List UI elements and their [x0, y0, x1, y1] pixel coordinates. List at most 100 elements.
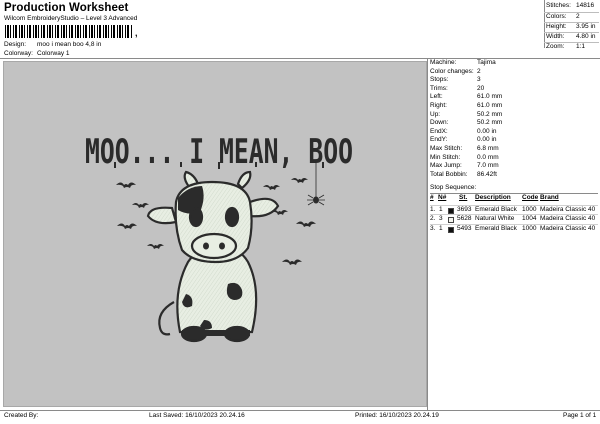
- col-header-code: Code: [522, 194, 539, 201]
- row-code: 1000: [522, 224, 537, 232]
- stat-value: 14816: [576, 2, 595, 9]
- info-value: Tajima: [477, 59, 496, 66]
- design-label: Design:: [4, 41, 27, 48]
- info-label: Right:: [430, 101, 447, 109]
- row-brand: Madeira Classic 40: [540, 224, 596, 232]
- stat-row: Colors: 2: [544, 12, 599, 22]
- info-value: 61.0 mm: [477, 93, 503, 101]
- info-label: EndX:: [430, 127, 448, 135]
- row-description: Emerald Black: [475, 205, 517, 213]
- stat-row: Stitches: 14816: [544, 2, 599, 12]
- stat-value: 2: [576, 13, 580, 20]
- info-value: 7.0 mm: [477, 162, 499, 170]
- footer-printed: Printed: 16/10/2023 20.24.19: [355, 412, 439, 419]
- row-num: 1.: [430, 205, 436, 213]
- row-needle: 1: [439, 224, 443, 232]
- info-row: Total Bobbin: 86.42ft: [430, 170, 598, 181]
- stat-label: Height:: [546, 23, 567, 30]
- info-label: Up:: [430, 110, 441, 118]
- stop-sequence-title: Stop Sequence:: [430, 184, 477, 191]
- footer-page: Page 1 of 1: [563, 412, 597, 419]
- footer-divider: [0, 410, 600, 411]
- info-value: 0.00 in: [477, 127, 497, 135]
- info-label: Min Stitch:: [430, 153, 461, 161]
- barcode-suffix: ,: [135, 28, 138, 38]
- info-value: 20: [477, 84, 485, 92]
- stat-label: Colors:: [546, 13, 567, 20]
- col-header-brand: Brand: [540, 194, 559, 201]
- colorway-value: Colorway 1: [37, 50, 70, 57]
- info-value: 6.8 mm: [477, 144, 499, 152]
- row-num: 3.: [430, 224, 436, 232]
- info-row: Up: 50.2 mm: [430, 110, 598, 121]
- col-header-description: Description: [475, 194, 511, 201]
- info-label: Color changes:: [430, 67, 474, 75]
- cow-ghost-illustration: [146, 170, 280, 343]
- row-num: 2.: [430, 215, 436, 222]
- row-needle: 1: [439, 205, 443, 213]
- info-label: Max Stitch:: [430, 144, 463, 152]
- col-header-num: #: [430, 194, 434, 201]
- info-label: Total Bobbin:: [430, 170, 468, 178]
- row-description: Natural White: [475, 215, 515, 222]
- stop-table-header: # N# St. Description Code Brand: [430, 194, 598, 205]
- barcode: [5, 25, 133, 38]
- col-header-stitches: St.: [459, 194, 468, 201]
- header-divider: [0, 58, 600, 59]
- stat-row: Width: 4.80 in: [544, 32, 599, 42]
- info-row: Stops: 3: [430, 77, 598, 86]
- info-row: Color changes: 2: [430, 67, 598, 78]
- info-value: 2: [477, 67, 481, 75]
- row-brand: Madeira Classic 40: [540, 215, 596, 222]
- info-label: EndY:: [430, 136, 448, 144]
- info-value: 0.0 mm: [477, 153, 499, 161]
- info-value: 0.00 in: [477, 136, 497, 144]
- design-value: moo i mean boo 4,8 in: [37, 41, 102, 48]
- col-header-needle: N#: [438, 194, 447, 201]
- stat-label: Stitches:: [546, 2, 571, 9]
- panel-divider: [427, 58, 428, 410]
- stat-value: 4.80 in: [576, 33, 596, 40]
- design-preview: MOO... I MEAN, BOO: [3, 61, 427, 407]
- row-brand: Madeira Classic 40: [540, 205, 596, 213]
- info-label: Max Jump:: [430, 162, 462, 170]
- stats-panel: Stitches: 14816 Colors: 2 Height: 3.95 in W…: [544, 2, 599, 52]
- info-label: Left:: [430, 93, 443, 101]
- stat-value: 1:1: [576, 43, 586, 50]
- software-subtitle: Wilcom EmbroideryStudio – Level 3 Advanc…: [4, 15, 138, 22]
- info-row: EndX: 0.00 in: [430, 127, 598, 138]
- page-title: Production Worksheet: [4, 2, 129, 14]
- stop-sequence-rule: [430, 193, 598, 194]
- stat-label: Width:: [546, 33, 565, 40]
- row-needle: 3: [439, 215, 443, 222]
- stat-row: Zoom: 1:1: [544, 42, 599, 52]
- row-stitches: 5628: [457, 215, 472, 222]
- info-value: 3: [477, 76, 481, 84]
- info-value: 61.0 mm: [477, 101, 503, 109]
- info-value: 50.2 mm: [477, 110, 503, 118]
- row-code: 1000: [522, 205, 537, 213]
- embroidery-artwork: MOO... I MEAN, BOO: [85, 132, 353, 343]
- colorway-label: Colorway:: [4, 50, 33, 57]
- info-row: Trims: 20: [430, 84, 598, 95]
- info-value: 50.2 mm: [477, 119, 503, 127]
- row-description: Emerald Black: [475, 224, 517, 232]
- table-row: 2. 3 5628 Natural White 1004 Madeira Cla…: [430, 214, 598, 224]
- info-label: Trims:: [430, 84, 448, 92]
- stat-label: Zoom:: [546, 43, 565, 50]
- info-label: Stops:: [430, 76, 449, 84]
- info-label: Machine:: [430, 59, 457, 66]
- stat-row: Height: 3.95 in: [544, 22, 599, 32]
- footer-last-saved: Last Saved: 16/10/2023 20.24.16: [149, 412, 245, 419]
- footer-created-by: Created By:: [4, 412, 39, 419]
- row-code: 1004: [522, 215, 537, 222]
- machine-info-panel: Machine: Tajima Color changes: 2 Stops: 3 T…: [430, 59, 598, 181]
- stop-sequence-table: # N# St. Description Code Brand 1. 1 369…: [430, 194, 598, 233]
- info-value: 86.42ft: [477, 170, 497, 178]
- row-stitches: 5493: [457, 224, 472, 232]
- info-row: Left: 61.0 mm: [430, 94, 598, 103]
- info-label: Down:: [430, 119, 449, 127]
- info-row: Right: 61.0 mm: [430, 101, 598, 112]
- stat-value: 3.95 in: [576, 23, 596, 30]
- info-row: Down: 50.2 mm: [430, 120, 598, 129]
